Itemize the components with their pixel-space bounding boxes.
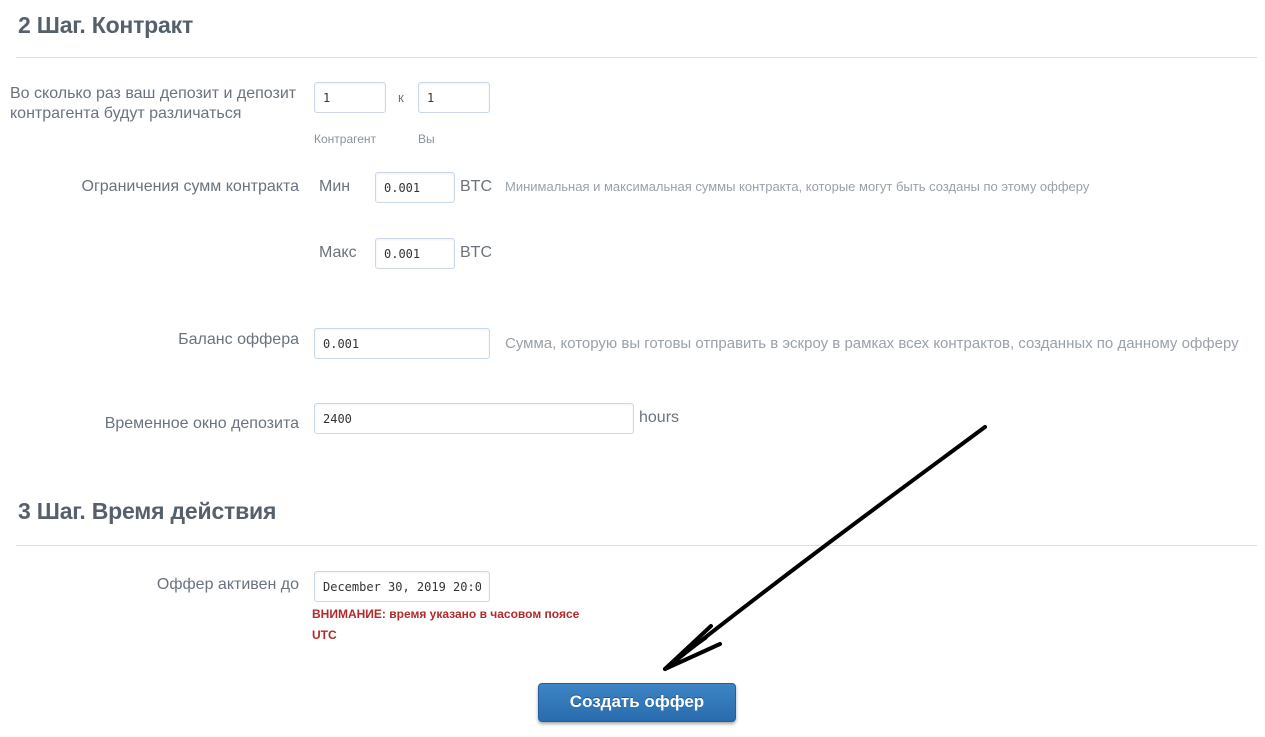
active-until-label: Оффер активен до — [156, 576, 299, 593]
balance-help: Сумма, которую вы готовы отправить в эск… — [505, 335, 1239, 352]
step2-divider — [16, 57, 1257, 58]
deposit-window-input[interactable] — [314, 403, 634, 434]
your-ratio-input[interactable] — [418, 82, 490, 113]
ratio-label: Во сколько раз ваш депозит и депозит кон… — [10, 85, 297, 122]
min-amount-input[interactable] — [375, 172, 455, 203]
step3-divider — [16, 545, 1257, 546]
limits-label: Ограничения сумм контракта — [81, 178, 300, 195]
limits-help: Минимальная и максимальная суммы контрак… — [505, 179, 1090, 194]
min-label: Мин — [319, 178, 351, 195]
timezone-warning-line1: ВНИМАНИЕ: время указано в часовом поясе — [312, 607, 580, 621]
balance-label: Баланс оффера — [178, 331, 299, 348]
step2-title: 2 Шаг. Контракт — [18, 12, 194, 38]
deposit-window-unit: hours — [639, 409, 680, 426]
max-unit: BTC — [460, 244, 492, 261]
create-offer-button[interactable]: Создать оффер — [538, 683, 736, 722]
timezone-warning-line2: UTC — [312, 628, 337, 642]
max-label: Макс — [319, 244, 357, 261]
step3-title: 3 Шаг. Время действия — [18, 498, 277, 524]
counterparty-ratio-input[interactable] — [314, 82, 386, 113]
counterparty-caption: Контрагент — [314, 132, 377, 146]
your-caption: Вы — [418, 132, 435, 146]
min-unit: BTC — [460, 178, 492, 195]
max-amount-input[interactable] — [375, 238, 455, 269]
deposit-window-label: Временное окно депозита — [104, 415, 299, 432]
balance-input[interactable] — [314, 328, 490, 359]
ratio-separator: к — [398, 90, 404, 105]
active-until-input[interactable] — [314, 571, 490, 602]
